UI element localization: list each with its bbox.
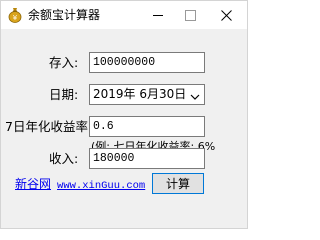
calculator-window: ¥ 余额宝计算器 存入: 日期: 2019年 6月30日 7日年化收益率: (例… [0, 0, 248, 229]
income-input[interactable] [89, 148, 205, 169]
minimize-icon[interactable] [142, 1, 174, 29]
window-title: 余额宝计算器 [28, 8, 101, 22]
date-label: 日期: [49, 87, 79, 102]
close-icon[interactable] [210, 1, 242, 29]
income-label: 收入: [49, 151, 79, 166]
chevron-down-icon[interactable] [190, 90, 200, 100]
yield-input[interactable] [89, 116, 205, 137]
yield-label: 7日年化收益率: [5, 119, 93, 134]
date-value: 2019年 6月30日 [93, 87, 187, 101]
deposit-label: 存入: [49, 55, 79, 70]
deposit-input[interactable] [89, 52, 205, 73]
money-bag-icon: ¥ [8, 7, 22, 23]
maximize-icon[interactable] [174, 1, 206, 29]
title-bar[interactable]: ¥ 余额宝计算器 [1, 1, 247, 29]
site-name: 新谷网 [15, 177, 52, 191]
date-picker[interactable]: 2019年 6月30日 [89, 84, 205, 105]
site-url: www.xinGuu.com [57, 180, 146, 192]
svg-text:¥: ¥ [13, 14, 18, 22]
calculate-button[interactable]: 计算 [152, 173, 204, 194]
site-link[interactable]: 新谷网 www.xinGuu.com [15, 176, 145, 194]
